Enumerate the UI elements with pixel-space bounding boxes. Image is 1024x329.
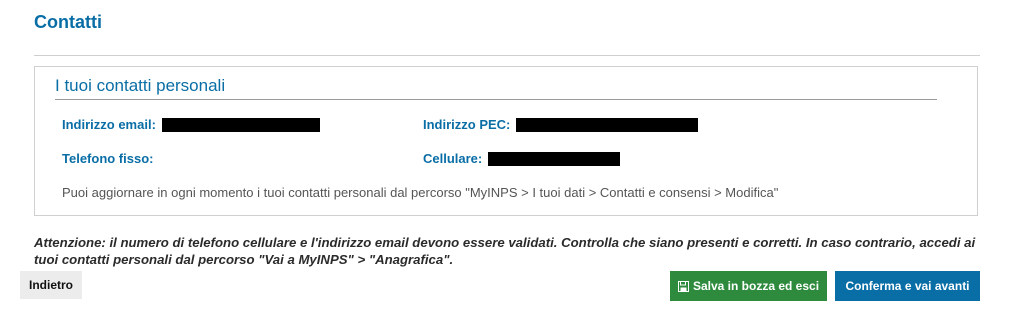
mobile-redacted-value <box>488 151 621 166</box>
pec-field: Indirizzo PEC: <box>423 117 699 132</box>
back-button[interactable]: Indietro <box>20 271 82 299</box>
panel-title: I tuoi contatti personali <box>55 76 226 95</box>
phone-field: Telefono fisso: <box>62 151 153 166</box>
pec-redacted-value <box>516 117 699 132</box>
title-divider <box>34 55 980 56</box>
phone-label: Telefono fisso: <box>62 151 154 166</box>
panel-divider <box>55 99 937 100</box>
email-label: Indirizzo email: <box>62 117 156 132</box>
confirm-next-button-label: Conferma e vai avanti <box>845 279 970 293</box>
validation-warning: Attenzione: il numero di telefono cellul… <box>34 235 976 267</box>
contacts-panel: I tuoi contatti personali Indirizzo emai… <box>34 66 978 216</box>
pec-label: Indirizzo PEC: <box>423 117 511 132</box>
floppy-disk-icon <box>677 280 689 292</box>
email-field: Indirizzo email: <box>62 117 320 132</box>
confirm-next-button[interactable]: Conferma e vai avanti <box>835 271 980 301</box>
panel-note: Puoi aggiornare in ogni momento i tuoi c… <box>62 185 779 200</box>
mobile-field: Cellulare: <box>423 151 621 166</box>
back-button-label: Indietro <box>29 278 73 292</box>
page-title: Contatti <box>34 12 102 32</box>
save-draft-button-label: Salva in bozza ed esci <box>692 279 820 293</box>
save-draft-button[interactable]: Salva in bozza ed esci <box>670 271 827 301</box>
email-redacted-value <box>161 117 320 132</box>
mobile-label: Cellulare: <box>423 151 483 166</box>
